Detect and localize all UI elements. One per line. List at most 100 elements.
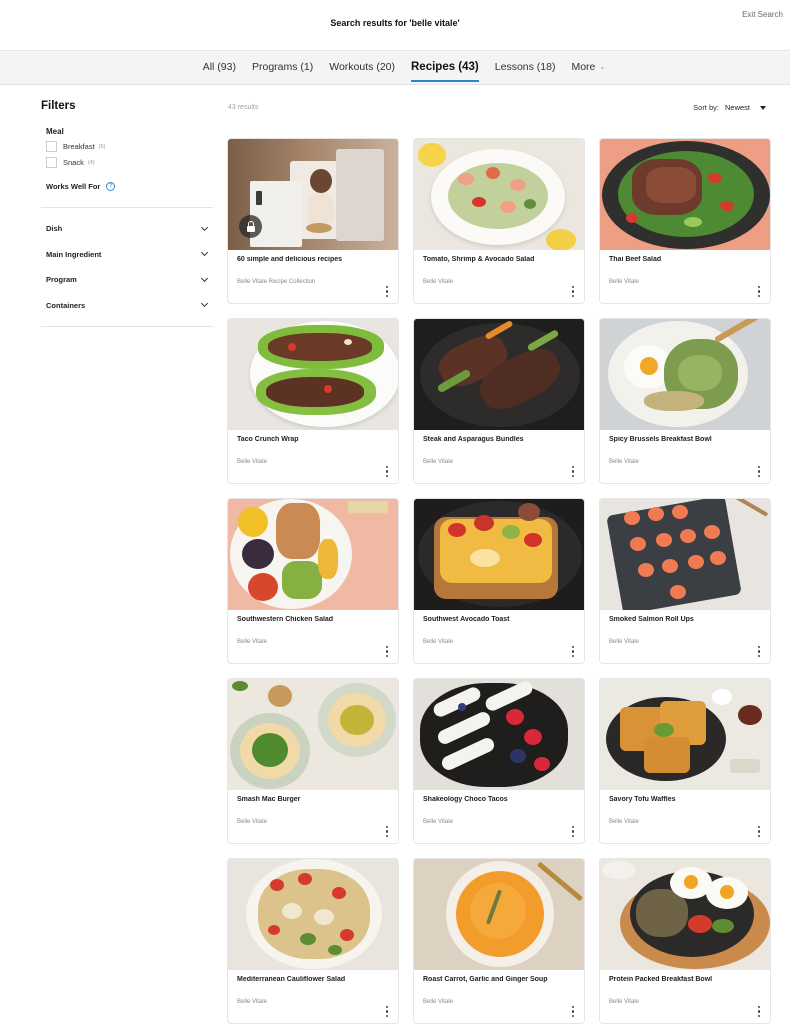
tab-more[interactable]: More ⌄: [571, 51, 605, 84]
recipe-card[interactable]: Taco Crunch Wrap Belle Vitale: [227, 318, 399, 484]
tab-workouts[interactable]: Workouts (20): [329, 51, 395, 84]
lock-icon: [239, 215, 262, 238]
recipe-card[interactable]: Spicy Brussels Breakfast Bowl Belle Vita…: [599, 318, 771, 484]
filter-accordion-dish[interactable]: Dish: [41, 216, 213, 242]
recipe-author: Belle Vitale: [423, 279, 453, 285]
more-options-icon[interactable]: [571, 1006, 575, 1017]
recipe-author: Belle Vitale: [423, 819, 453, 825]
more-options-icon[interactable]: [571, 466, 575, 477]
tab-programs[interactable]: Programs (1): [252, 51, 313, 84]
results-tab-bar: All (93) Programs (1) Workouts (20) Reci…: [0, 51, 790, 85]
recipe-author: Belle Vitale: [609, 459, 639, 465]
more-options-icon[interactable]: [757, 826, 761, 837]
tab-lessons[interactable]: Lessons (18): [495, 51, 556, 84]
recipe-author: Belle Vitale: [237, 459, 267, 465]
sort-value: Newest: [724, 103, 750, 112]
snack-label: Snack: [63, 158, 84, 167]
recipe-title: Smash Mac Burger: [237, 796, 301, 803]
recipe-card[interactable]: Mediterranean Cauliflower Salad Belle Vi…: [227, 858, 399, 1024]
recipe-image: [414, 319, 584, 430]
filter-accordion-containers[interactable]: Containers: [41, 293, 213, 319]
recipe-author: Belle Vitale: [609, 279, 639, 285]
question-mark-icon[interactable]: ?: [106, 182, 116, 191]
recipe-card[interactable]: Smoked Salmon Roll Ups Belle Vitale: [599, 498, 771, 664]
snack-count: (4): [87, 159, 95, 166]
more-options-icon[interactable]: [757, 646, 761, 657]
more-options-icon[interactable]: [385, 646, 389, 657]
works-well-for-filter[interactable]: Works Well For ?: [46, 182, 213, 191]
recipe-image: [414, 139, 584, 250]
filters-title: Filters: [41, 100, 76, 112]
recipe-card[interactable]: 60 simple and delicious recipes Belle Vi…: [227, 138, 399, 304]
recipe-image: [228, 679, 398, 790]
recipe-author: Belle Vitale Recipe Collection: [237, 279, 316, 285]
recipe-author: Belle Vitale: [609, 639, 639, 645]
filters-sidebar: Filters Meal Breakfast (5) Snack (4) Wor…: [41, 100, 213, 327]
recipe-card[interactable]: Southwestern Chicken Salad Belle Vitale: [227, 498, 399, 664]
recipe-title: Taco Crunch Wrap: [237, 436, 299, 443]
recipe-author: Belle Vitale: [423, 999, 453, 1005]
recipe-card[interactable]: Roast Carrot, Garlic and Ginger Soup Bel…: [413, 858, 585, 1024]
recipe-title: Shakeology Choco Tacos: [423, 796, 508, 803]
breakfast-count: (5): [98, 143, 106, 150]
recipe-card[interactable]: Smash Mac Burger Belle Vitale: [227, 678, 399, 844]
recipe-card[interactable]: Tomato, Shrimp & Avocado Salad Belle Vit…: [413, 138, 585, 304]
result-count: 43 results: [228, 104, 259, 111]
filter-accordion-main-ingredient[interactable]: Main Ingredient: [41, 242, 213, 268]
recipe-title: Steak and Asparagus Bundles: [423, 436, 524, 443]
search-results-title: Search results for 'belle vitale': [330, 18, 460, 28]
recipe-card[interactable]: Savory Tofu Waffles Belle Vitale: [599, 678, 771, 844]
more-options-icon[interactable]: [757, 466, 761, 477]
filter-option-snack[interactable]: Snack (4): [46, 157, 213, 168]
works-well-for-label: Works Well For: [46, 182, 101, 191]
recipe-title: Protein Packed Breakfast Bowl: [609, 976, 713, 983]
recipe-image: [600, 679, 770, 790]
recipe-card[interactable]: Steak and Asparagus Bundles Belle Vitale: [413, 318, 585, 484]
exit-search-link[interactable]: Exit Search: [742, 10, 783, 19]
more-options-icon[interactable]: [571, 826, 575, 837]
recipe-card[interactable]: Thai Beef Salad Belle Vitale: [599, 138, 771, 304]
recipe-author: Belle Vitale: [609, 999, 639, 1005]
chevron-down-icon: ⌄: [599, 64, 606, 71]
search-header: Search results for 'belle vitale' Exit S…: [0, 0, 790, 51]
breakfast-label: Breakfast: [63, 142, 95, 151]
snack-checkbox[interactable]: [46, 157, 57, 168]
breakfast-checkbox[interactable]: [46, 141, 57, 152]
accordion-label: Program: [46, 275, 77, 285]
recipe-image: [228, 319, 398, 430]
tab-all[interactable]: All (93): [203, 51, 236, 84]
sort-dropdown[interactable]: Sort by: Newest: [693, 103, 766, 112]
more-options-icon[interactable]: [385, 466, 389, 477]
more-options-icon[interactable]: [385, 1006, 389, 1017]
chevron-down-icon: [200, 249, 209, 257]
tab-recipes[interactable]: Recipes (43): [411, 51, 479, 84]
accordion-label: Dish: [46, 224, 63, 234]
more-options-icon[interactable]: [757, 1006, 761, 1017]
recipe-title: Southwestern Chicken Salad: [237, 616, 334, 623]
meal-filter-label: Meal: [46, 127, 64, 136]
recipe-card[interactable]: Protein Packed Breakfast Bowl Belle Vita…: [599, 858, 771, 1024]
recipe-grid: 60 simple and delicious recipes Belle Vi…: [227, 138, 771, 1024]
filter-option-breakfast[interactable]: Breakfast (5): [46, 141, 213, 152]
recipe-title: 60 simple and delicious recipes: [237, 256, 343, 263]
more-options-icon[interactable]: [385, 826, 389, 837]
filter-accordion-program[interactable]: Program: [41, 267, 213, 293]
recipe-title: Savory Tofu Waffles: [609, 796, 676, 803]
recipe-image: [600, 139, 770, 250]
recipe-title: Mediterranean Cauliflower Salad: [237, 976, 346, 983]
recipe-image: [600, 319, 770, 430]
recipe-image: [414, 679, 584, 790]
recipe-author: Belle Vitale: [423, 639, 453, 645]
more-options-icon[interactable]: [571, 286, 575, 297]
recipe-author: Belle Vitale: [237, 999, 267, 1005]
chevron-down-icon: [200, 300, 209, 308]
recipe-image: [600, 499, 770, 610]
more-options-icon[interactable]: [385, 286, 389, 297]
more-options-icon[interactable]: [571, 646, 575, 657]
more-options-icon[interactable]: [757, 286, 761, 297]
accordion-label: Containers: [46, 300, 86, 310]
recipe-image: [414, 859, 584, 970]
chevron-down-icon: [200, 274, 209, 282]
recipe-card[interactable]: Southwest Avocado Toast Belle Vitale: [413, 498, 585, 664]
recipe-card[interactable]: Shakeology Choco Tacos Belle Vitale: [413, 678, 585, 844]
